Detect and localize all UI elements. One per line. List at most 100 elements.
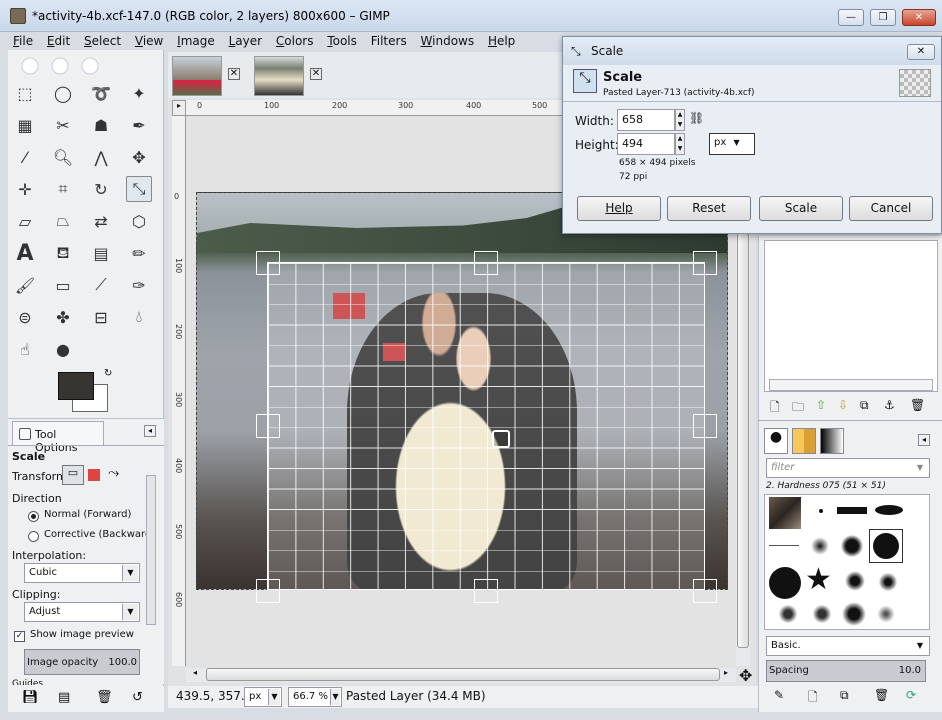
shear-icon[interactable]: ▱ [12, 208, 38, 234]
brushes-tab-icon[interactable]: ● [764, 428, 788, 454]
transform-selection-icon[interactable] [88, 469, 100, 481]
refresh-brushes-icon[interactable]: ⟳ [906, 688, 916, 702]
tool-options-tab[interactable]: Tool Options [12, 421, 104, 454]
free-select-icon[interactable]: ➰ [88, 80, 114, 106]
normal-forward-radio[interactable] [28, 511, 39, 522]
foreground-select-icon[interactable]: ☗ [88, 112, 114, 138]
brush-preview[interactable] [845, 571, 865, 591]
delete-brush-icon[interactable]: 🗑︎ [874, 688, 889, 702]
blur-icon[interactable]: 💧︎ [126, 304, 152, 330]
brush-preview[interactable] [875, 505, 903, 515]
measure-icon[interactable]: ⋀ [88, 144, 114, 170]
brush-preview[interactable] [811, 603, 833, 625]
menu-colors[interactable]: Colors [271, 32, 319, 50]
rotate-icon[interactable]: ↻ [88, 176, 114, 202]
help-button[interactable]: Help [577, 196, 661, 221]
save-options-icon[interactable]: 💾︎ [22, 690, 39, 705]
layers-hscrollbar[interactable] [769, 379, 933, 391]
edit-brush-icon[interactable]: ✎ [774, 688, 784, 702]
text-tool-icon[interactable]: A [12, 240, 38, 266]
interpolation-select[interactable]: Cubic ▼ [24, 563, 140, 583]
brush-preview[interactable] [877, 571, 899, 593]
scale-handle-top-left[interactable] [256, 251, 280, 275]
airbrush-icon[interactable]: ⟋ [88, 272, 114, 298]
bucket-fill-icon[interactable]: ⛾ [50, 240, 76, 266]
menu-file[interactable]: File [8, 32, 38, 50]
brush-preview[interactable] [769, 567, 801, 599]
brush-preview[interactable] [841, 535, 863, 557]
unit-select[interactable]: px ▼ [244, 687, 282, 707]
width-spinner[interactable]: ▲ ▼ [675, 109, 685, 131]
color-picker-icon[interactable]: ⁄ [12, 144, 38, 170]
paintbrush-icon[interactable]: 🖌︎ [12, 272, 38, 298]
delete-options-icon[interactable]: 🗑︎ [96, 690, 113, 705]
width-input[interactable]: 658 [617, 109, 675, 131]
patterns-tab-icon[interactable] [792, 428, 816, 454]
menu-layer[interactable]: Layer [224, 32, 267, 50]
brush-preview[interactable] [811, 537, 829, 555]
zoom-icon[interactable]: 🔍︎ [50, 144, 76, 170]
navigate-icon[interactable]: ✥ [739, 666, 752, 685]
perspective-icon[interactable]: ⏢ [50, 208, 76, 234]
scale-handle-right[interactable] [693, 414, 717, 438]
scale-handle-bottom-right[interactable] [693, 579, 717, 603]
vertical-ruler[interactable]: 0 100 200 300 400 500 600 [172, 116, 186, 666]
gradients-tab-icon[interactable] [820, 428, 844, 454]
scroll-left-icon[interactable]: ◂ [193, 668, 197, 677]
brush-grid[interactable]: ★ [764, 494, 930, 630]
new-layer-icon[interactable]: 🗋︎ [770, 398, 780, 419]
paths-icon[interactable]: ✒ [126, 112, 152, 138]
smudge-icon[interactable]: ☝ [12, 336, 38, 362]
tool-options-scrollbar[interactable] [146, 475, 156, 625]
panel-menu-icon[interactable]: ◂ [144, 425, 156, 437]
menu-select[interactable]: Select [79, 32, 126, 50]
duplicate-layer-icon[interactable]: ⧉ [860, 398, 869, 413]
close-tab-icon[interactable]: ✕ [228, 68, 240, 80]
image-tab-thumbnail[interactable] [254, 56, 304, 96]
brush-preview[interactable] [841, 601, 867, 627]
anchor-layer-icon[interactable]: ⚓︎ [884, 398, 895, 412]
scissors-icon[interactable]: ✂ [50, 112, 76, 138]
new-brush-icon[interactable]: 🗋︎ [808, 688, 818, 709]
restore-options-icon[interactable]: ▤ [58, 690, 70, 705]
height-input[interactable]: 494 [617, 133, 675, 155]
scale-handle-top-right[interactable] [693, 251, 717, 275]
horizontal-scroll-thumb[interactable] [206, 668, 720, 681]
raise-layer-icon[interactable]: ⇧ [816, 398, 826, 412]
transform-path-icon[interactable]: ⤳ [108, 465, 119, 481]
minimize-button[interactable]: — [838, 9, 864, 26]
scale-handle-top[interactable] [474, 251, 498, 275]
scale-tool-icon[interactable]: ⤡ [126, 176, 152, 202]
pencil-icon[interactable]: ✏ [126, 240, 152, 266]
image-opacity-slider[interactable]: Image opacity 100.0 [24, 649, 140, 675]
brush-preview[interactable] [777, 603, 799, 625]
cage-transform-icon[interactable]: ⬡ [126, 208, 152, 234]
scale-handle-bottom-left[interactable] [256, 579, 280, 603]
menu-windows[interactable]: Windows [416, 32, 480, 50]
brush-preview[interactable] [769, 497, 801, 529]
rect-select-icon[interactable]: ⬚ [12, 80, 38, 106]
menu-filters[interactable]: Filters [366, 32, 412, 50]
cancel-button[interactable]: Cancel [849, 196, 933, 221]
clipping-select[interactable]: Adjust ▼ [24, 602, 140, 622]
crop-icon[interactable]: ⌗ [50, 176, 76, 202]
chain-link-icon[interactable]: ⛓︎ [689, 111, 704, 153]
swap-colors-icon[interactable]: ↻ [104, 368, 112, 379]
menu-tools[interactable]: Tools [322, 32, 362, 50]
menu-view[interactable]: View [130, 32, 168, 50]
close-button[interactable]: ✕ [902, 9, 936, 26]
panel-menu-icon[interactable]: ◂ [918, 434, 930, 446]
scale-unit-select[interactable]: px ▼ [709, 133, 755, 155]
align-icon[interactable]: ✛ [12, 176, 38, 202]
duplicate-brush-icon[interactable]: ⧉ [840, 688, 849, 703]
brush-preview[interactable] [769, 545, 799, 546]
close-tab-icon[interactable]: ✕ [310, 68, 322, 80]
heal-icon[interactable]: ✤ [50, 304, 76, 330]
ellipse-select-icon[interactable]: ◯ [50, 80, 76, 106]
brush-filter-input[interactable]: filter ▼ [766, 458, 930, 478]
fuzzy-select-icon[interactable]: ✦ [126, 80, 152, 106]
foreground-color-swatch[interactable] [58, 372, 94, 400]
blend-icon[interactable]: ▤ [88, 240, 114, 266]
star-brush-icon[interactable]: ★ [805, 565, 832, 595]
height-spinner[interactable]: ▲ ▼ [675, 133, 685, 155]
